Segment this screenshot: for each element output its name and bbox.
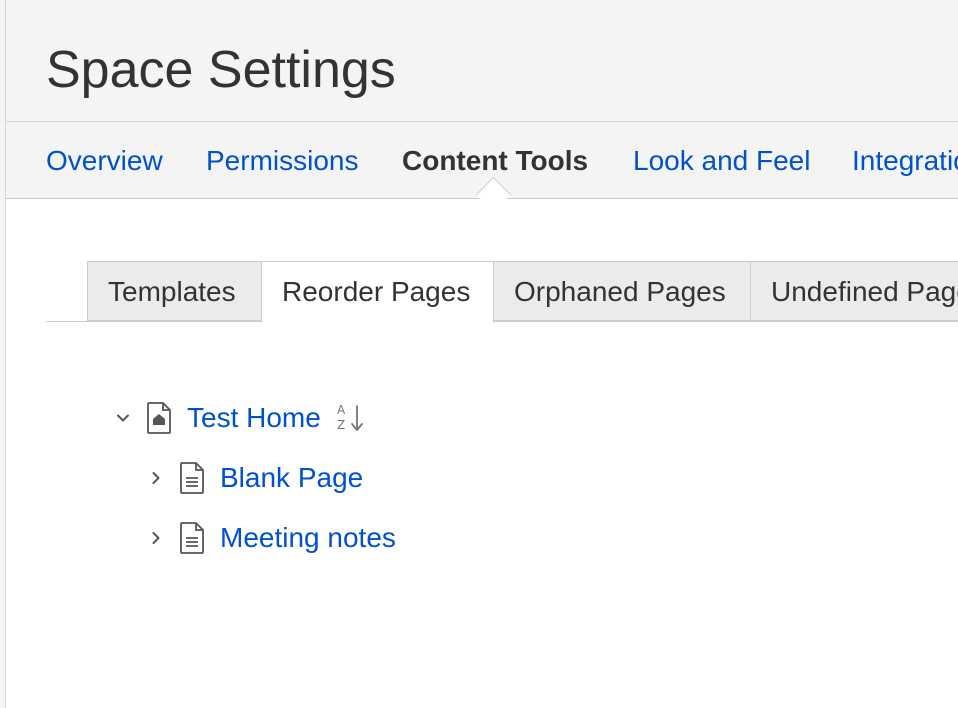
subtab-orphaned-pages[interactable]: Orphaned Pages (493, 261, 751, 321)
tab-integrations[interactable]: Integrations (852, 144, 958, 178)
sort-alphabetical-icon[interactable]: A Z (335, 401, 367, 435)
page-icon (178, 521, 206, 555)
subtab-reorder-pages[interactable]: Reorder Pages (261, 261, 494, 323)
settings-nav: Overview Permissions Content Tools Look … (6, 122, 958, 213)
page-title: Space Settings (46, 41, 396, 99)
tab-permissions[interactable]: Permissions (206, 144, 358, 178)
subtab-undefined-pages[interactable]: Undefined Pages (750, 261, 958, 321)
chevron-right-icon[interactable] (146, 528, 166, 548)
tab-content-tools[interactable]: Content Tools (402, 144, 588, 178)
svg-text:A: A (337, 403, 346, 417)
page-icon (178, 461, 206, 495)
page-header: Space Settings (6, 0, 958, 122)
tree-link-test-home[interactable]: Test Home (187, 402, 321, 434)
home-page-icon (145, 401, 173, 435)
tree-row-meeting-notes: Meeting notes (146, 518, 396, 558)
svg-text:Z: Z (337, 418, 345, 432)
tree-link-meeting-notes[interactable]: Meeting notes (220, 522, 396, 554)
tab-look-and-feel[interactable]: Look and Feel (633, 144, 810, 178)
tab-overview[interactable]: Overview (46, 144, 163, 178)
tree-row-test-home: Test Home A Z (113, 398, 367, 438)
active-tab-pointer (475, 176, 512, 213)
tree-row-blank-page: Blank Page (146, 458, 363, 498)
chevron-right-icon[interactable] (146, 468, 166, 488)
chevron-down-icon[interactable] (113, 408, 133, 428)
subtab-templates[interactable]: Templates (87, 261, 262, 321)
tree-link-blank-page[interactable]: Blank Page (220, 462, 363, 494)
